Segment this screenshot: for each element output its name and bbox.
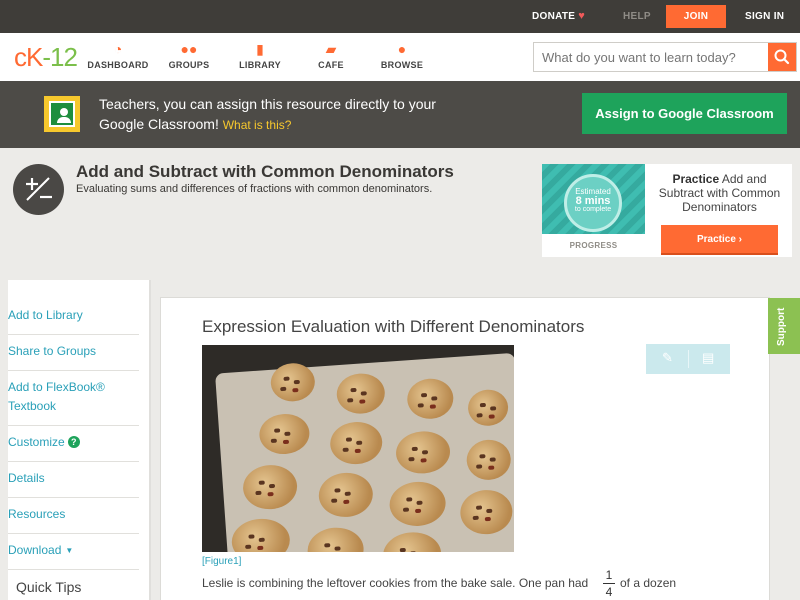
search-button[interactable] (768, 43, 796, 71)
banner-text: Teachers, you can assign this resource d… (99, 94, 459, 135)
practice-button-label: Practice (696, 234, 736, 245)
practice-card: Estimated 8 mins to complete PROGRESS Pr… (542, 164, 792, 257)
fraction-bar (603, 583, 615, 584)
sidebar-add-to-flexbook[interactable]: Add to FlexBook® Textbook (8, 378, 139, 426)
cookie (466, 388, 510, 428)
problem-text-end: of a dozen (620, 576, 677, 590)
nav-groups[interactable]: ●● GROUPS (154, 40, 224, 70)
cookie (465, 438, 513, 482)
cookie (405, 377, 455, 421)
nav-dashboard-label: DASHBOARD (87, 60, 149, 70)
heart-icon: ♥ (578, 10, 586, 22)
classroom-board (49, 101, 75, 127)
sidebar-add-to-library[interactable]: Add to Library (8, 306, 139, 335)
sidebar-details[interactable]: Details (8, 469, 139, 498)
progress-label: PROGRESS (569, 241, 618, 250)
sidebar-download[interactable]: Download ▼ (8, 541, 139, 570)
cookie (317, 471, 375, 519)
practice-description: Practice Add and Subtract with Common De… (652, 172, 787, 214)
download-label: Download (8, 543, 62, 557)
estimate-badge: Estimated 8 mins to complete (564, 174, 622, 232)
concept-subtitle: Evaluating sums and differences of fract… (76, 183, 433, 195)
fraction-numerator: 1 (605, 568, 613, 582)
practice-button[interactable]: Practice › (661, 225, 778, 255)
ck12-logo[interactable]: cK-12 (14, 42, 78, 73)
concept-title: Add and Subtract with Common Denominator… (76, 162, 454, 181)
person-body (57, 117, 71, 123)
donate-link[interactable]: DONATE ♥ (532, 0, 585, 33)
logo-k: K (26, 42, 43, 72)
help-link[interactable]: HELP (623, 0, 651, 33)
donate-label: DONATE (532, 11, 576, 22)
section-title: Expression Evaluation with Different Den… (202, 317, 585, 336)
practice-thumbnail: Estimated 8 mins to complete (542, 164, 645, 234)
cookie (306, 525, 366, 552)
support-tab[interactable]: Support (768, 298, 800, 354)
chevron-right-icon: › (738, 234, 743, 245)
figure-label[interactable]: [Figure1] (202, 556, 241, 567)
content-toolbar: ✎ ▤ (646, 344, 730, 374)
pencil-icon[interactable]: ✎ (662, 350, 673, 366)
fraction-denominator: 4 (605, 585, 613, 599)
signin-link[interactable]: SIGN IN (745, 0, 784, 33)
nav-dashboard[interactable]: ◔ DASHBOARD (83, 40, 153, 70)
customize-label: Customize (8, 435, 65, 449)
cookie (381, 530, 443, 552)
google-classroom-icon (44, 96, 80, 132)
nav-groups-label: GROUPS (168, 60, 210, 70)
cookie (335, 371, 387, 416)
nav-library-label: LIBRARY (239, 60, 281, 70)
nav-library[interactable]: ▮ LIBRARY (225, 40, 295, 70)
toolbar-divider (688, 350, 689, 368)
estimate-minutes: 8 mins (575, 195, 611, 207)
caret-down-icon: ▼ (65, 546, 74, 555)
cookie (388, 480, 448, 528)
cookie (258, 412, 311, 456)
logo-c: c (14, 42, 27, 72)
dashboard-icon: ◔ (113, 41, 123, 57)
nav-cafe-label: CAFE (318, 60, 344, 70)
problem-text: Leslie is combining the leftover cookies… (202, 576, 589, 590)
logo-12: -12 (42, 42, 78, 72)
notes-icon[interactable]: ▤ (702, 350, 714, 366)
browse-icon: ● (397, 41, 407, 57)
sidebar-customize[interactable]: Customize? (8, 433, 139, 462)
library-icon: ▮ (256, 41, 264, 57)
search-icon (774, 49, 790, 65)
search-box (533, 42, 797, 72)
cookie (328, 420, 384, 466)
nav-browse-label: BROWSE (380, 60, 424, 70)
cafe-icon: ▰ (325, 41, 337, 57)
fraction-one-fourth: 1 4 (603, 568, 615, 599)
assign-google-classroom-button[interactable]: Assign to Google Classroom (582, 93, 787, 134)
quick-tips-heading: Quick Tips (16, 579, 82, 595)
nav-cafe[interactable]: ▰ CAFE (296, 40, 366, 70)
plus-minus-glyph (26, 177, 52, 201)
cookie (230, 516, 292, 552)
join-button[interactable]: JOIN (666, 5, 726, 28)
estimate-complete: to complete (574, 206, 612, 213)
practice-bold: Practice (672, 172, 720, 186)
cookie (394, 429, 452, 476)
sidebar-resources[interactable]: Resources (8, 505, 139, 534)
baking-tray (215, 352, 514, 552)
cookie (241, 463, 299, 511)
nav-browse[interactable]: ● BROWSE (367, 40, 437, 70)
top-bar: DONATE ♥ HELP JOIN SIGN IN (0, 0, 800, 33)
search-input[interactable] (534, 43, 768, 71)
what-is-this-link[interactable]: What is this? (223, 118, 292, 132)
sidebar-share-to-groups[interactable]: Share to Groups (8, 342, 139, 371)
groups-icon: ●● (180, 41, 198, 57)
support-label: Support (776, 307, 787, 346)
help-icon[interactable]: ? (67, 436, 80, 448)
person-head (60, 108, 68, 116)
cookie (269, 361, 317, 403)
cookies-figure-image (202, 345, 514, 552)
plus-minus-icon (13, 164, 64, 215)
cookie (458, 488, 514, 536)
